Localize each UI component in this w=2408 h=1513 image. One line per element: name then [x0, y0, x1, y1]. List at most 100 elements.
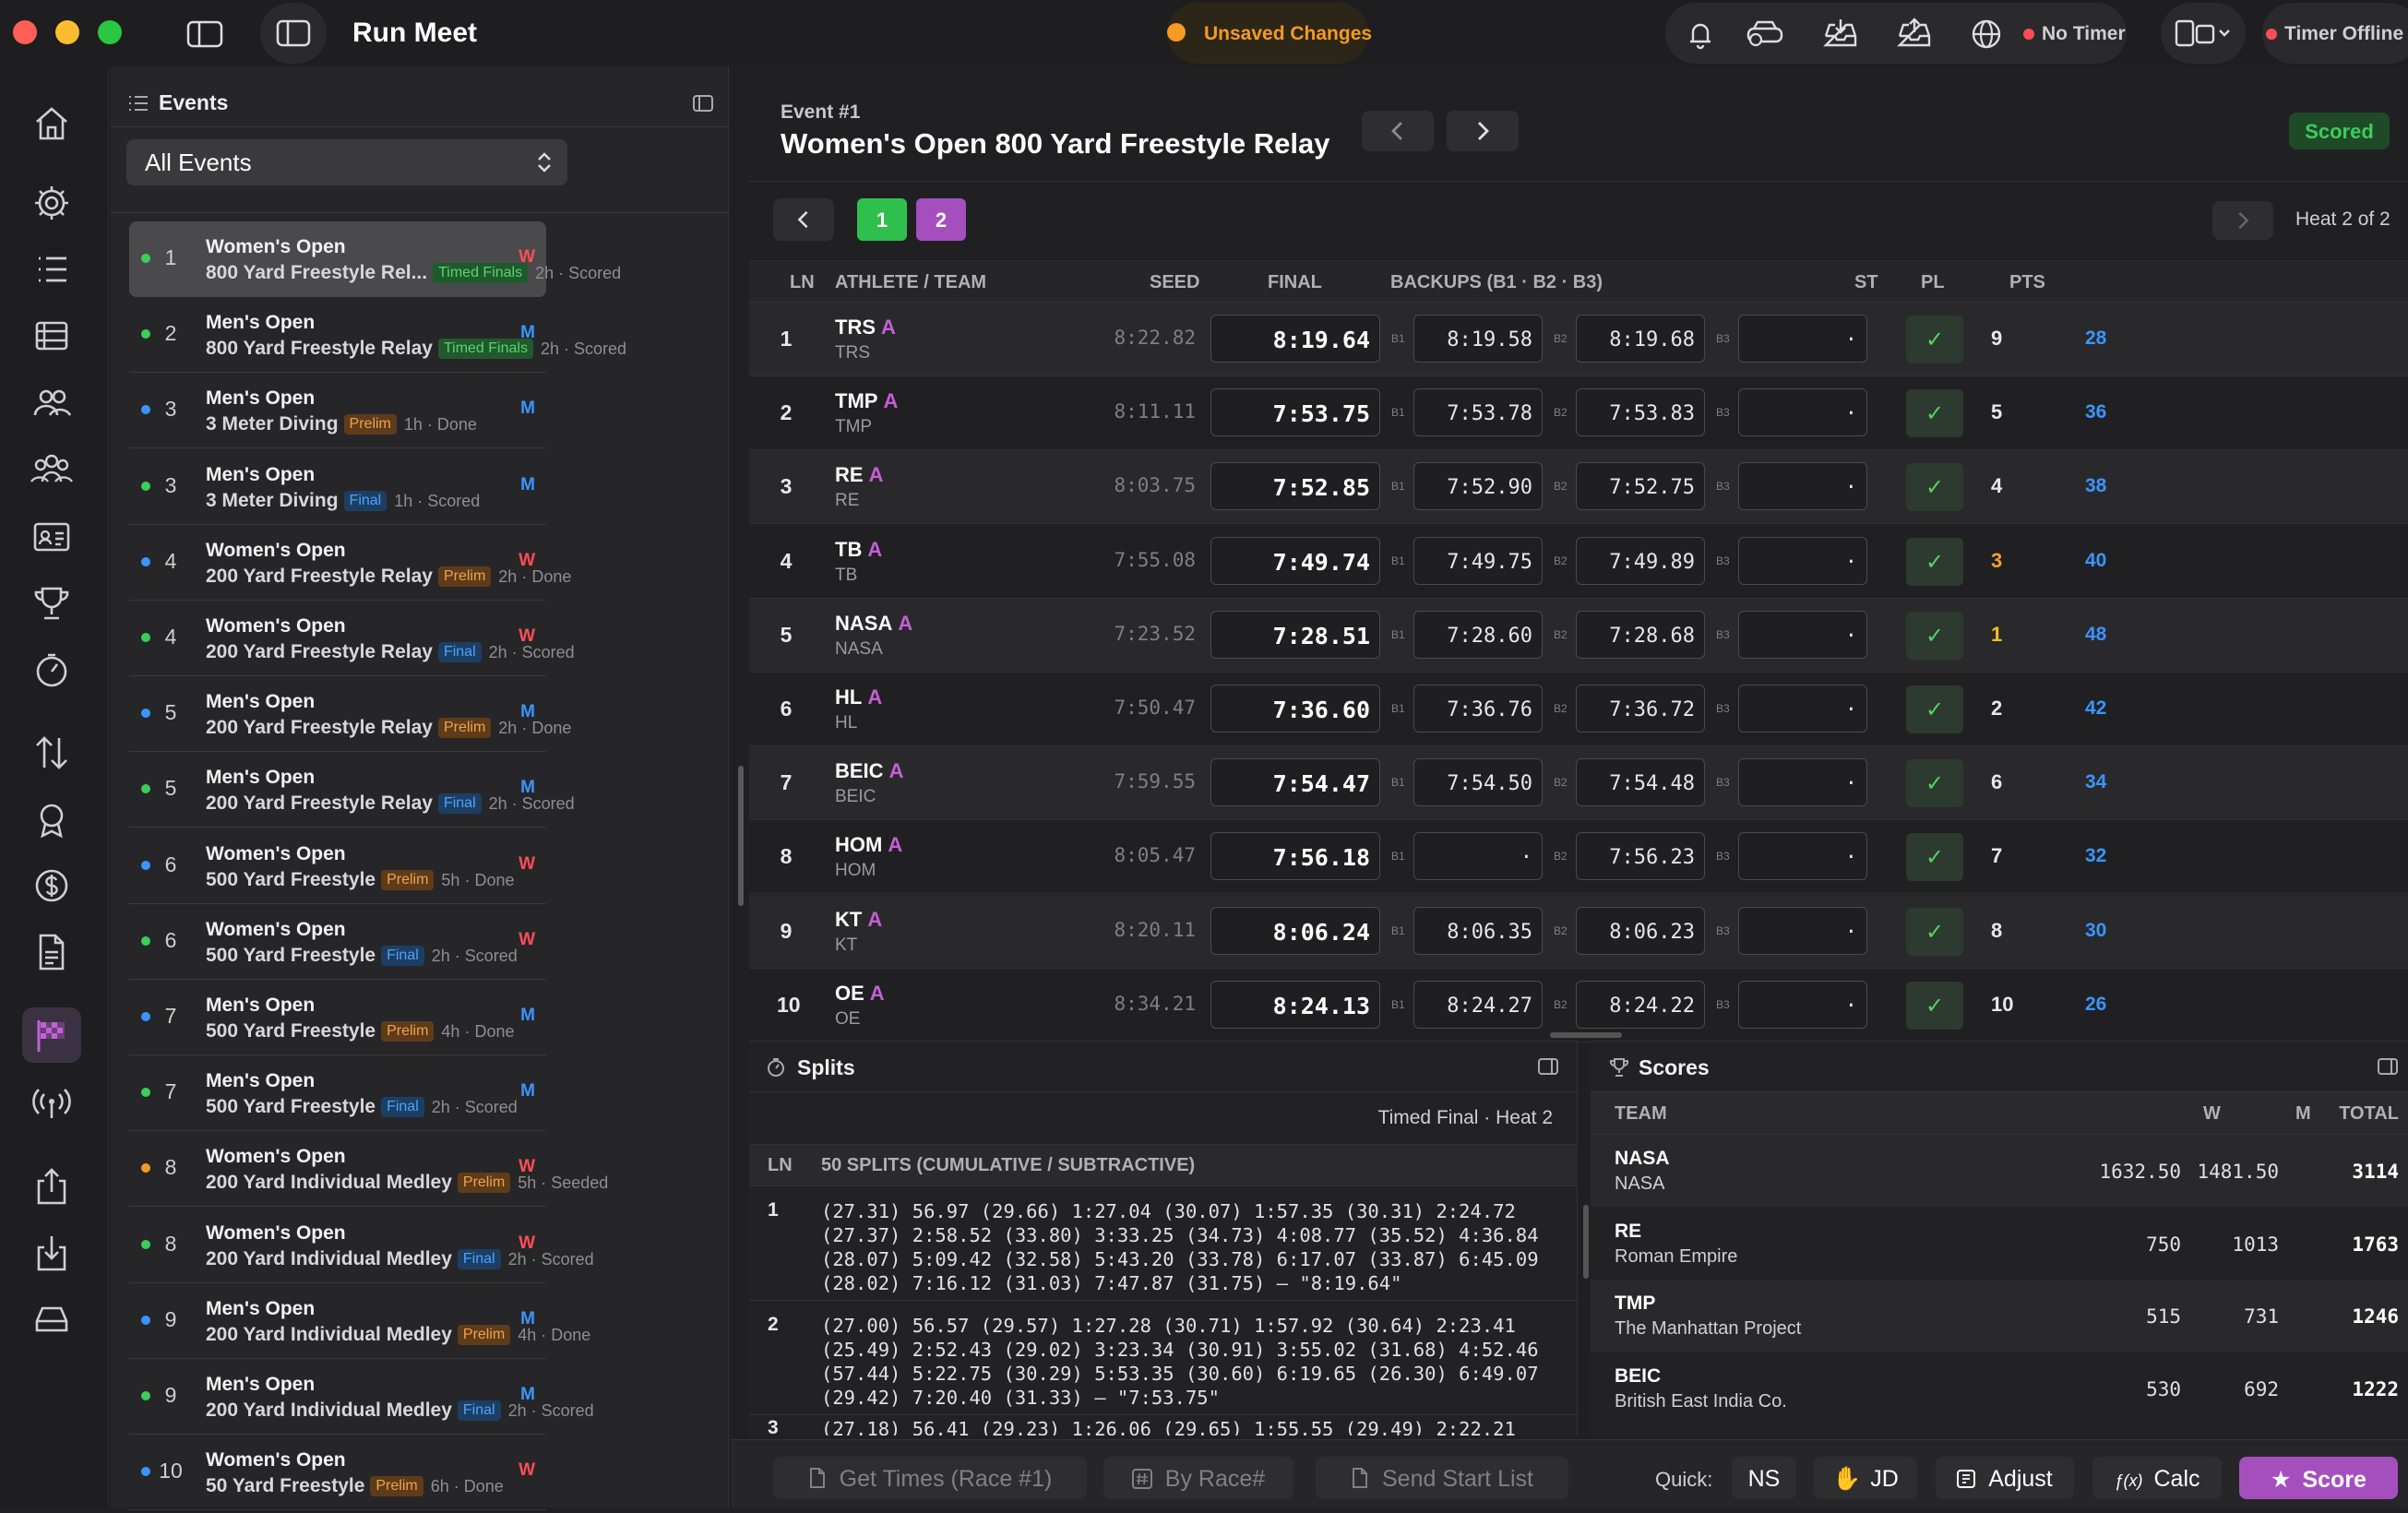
calc-button[interactable]: ƒ(x) Calc — [2092, 1457, 2222, 1499]
expand-panel-icon[interactable] — [2377, 1057, 2399, 1076]
teams-icon[interactable] — [30, 447, 74, 491]
final-time-input[interactable]: 8:19.64 — [1210, 315, 1380, 363]
id-card-icon[interactable] — [30, 515, 74, 559]
status-check[interactable]: ✓ — [1906, 907, 1963, 956]
backup3-input[interactable]: · — [1738, 906, 1867, 955]
panel-resize-handle[interactable] — [1550, 1032, 1622, 1038]
result-row[interactable]: 10 OE A OE 8:34.21 8:24.13 B1 8:24.27 B2 8:24.22 B… — [749, 969, 2408, 1042]
dollar-icon[interactable] — [30, 864, 74, 908]
drive-icon[interactable] — [30, 1297, 74, 1341]
result-row[interactable]: 2 TMP A TMP 8:11.11 7:53.75 B1 7:53.78 B2 7:53.83… — [749, 376, 2408, 451]
result-row[interactable]: 1 TRS A TRS 8:22.82 8:19.64 B1 8:19.58 B2 8:19.68… — [749, 303, 2408, 376]
prev-heat-button[interactable] — [773, 198, 834, 241]
backup2-input[interactable]: 7:56.23 — [1576, 832, 1705, 881]
result-row[interactable]: 4 TB A TB 7:55.08 7:49.74 B1 7:49.75 B2 7:49.89 B3… — [749, 525, 2408, 599]
event-list-item[interactable]: 5 Men's Open 200 Yard Freestyle Relay Preli… — [129, 676, 571, 753]
globe-icon[interactable] — [1970, 18, 2003, 51]
backup3-input[interactable]: · — [1738, 315, 1867, 363]
import-icon[interactable] — [1822, 16, 1859, 51]
backup2-input[interactable]: 7:49.89 — [1576, 536, 1705, 585]
backup2-input[interactable]: 7:52.75 — [1576, 462, 1705, 511]
backup1-input[interactable]: 7:36.76 — [1413, 685, 1543, 733]
trophy-icon[interactable] — [30, 581, 74, 625]
document-icon[interactable] — [30, 930, 74, 974]
sidebar-toggle-icon[interactable] — [185, 18, 225, 50]
event-list-item[interactable]: 9 Men's Open 200 Yard Individual Medley Pre… — [129, 1283, 590, 1359]
status-check[interactable]: ✓ — [1906, 463, 1963, 512]
prev-event-button[interactable] — [1362, 111, 1434, 151]
entries-icon[interactable] — [30, 314, 74, 358]
status-check[interactable]: ✓ — [1906, 833, 1963, 882]
status-check[interactable]: ✓ — [1906, 759, 1963, 808]
by-race-button[interactable]: By Race# — [1103, 1457, 1293, 1499]
timer-device-icon[interactable] — [1743, 18, 1787, 51]
run-meet-flag-icon[interactable] — [22, 1007, 81, 1063]
backup3-input[interactable]: · — [1738, 832, 1867, 881]
event-list-item[interactable]: 5 Men's Open 200 Yard Freestyle Relay Final… — [129, 752, 575, 828]
result-row[interactable]: 5 NASA A NASA 7:23.52 7:28.51 B1 7:28.60 B2 7:28.… — [749, 598, 2408, 673]
events-filter-select[interactable]: All Events — [126, 139, 567, 185]
final-time-input[interactable]: 7:56.18 — [1210, 832, 1380, 881]
backup1-input[interactable]: 7:54.50 — [1413, 758, 1543, 807]
timer-status-button[interactable]: Timer Offline — [2262, 3, 2408, 64]
status-check[interactable]: ✓ — [1906, 389, 1963, 438]
download-icon[interactable] — [30, 1231, 74, 1275]
backup2-input[interactable]: 7:54.48 — [1576, 758, 1705, 807]
event-list-item[interactable]: 7 Men's Open 500 Yard Freestyle Final 2h · S… — [129, 1055, 546, 1132]
event-list-item[interactable]: 7 Men's Open 500 Yard Freestyle Prelim 4h · … — [129, 980, 546, 1055]
share-icon[interactable] — [30, 1164, 74, 1209]
collapse-panel-icon[interactable] — [692, 94, 714, 113]
broadcast-icon[interactable] — [30, 1081, 74, 1126]
splits-scrollbar[interactable] — [1583, 1205, 1589, 1279]
status-check[interactable]: ✓ — [1906, 981, 1963, 1030]
send-start-list-button[interactable]: Send Start List — [1316, 1457, 1568, 1499]
bell-icon[interactable] — [1684, 18, 1717, 51]
backup2-input[interactable]: 8:06.23 — [1576, 906, 1705, 955]
score-row[interactable]: BEIC British East India Co. 530 692 1222 — [1591, 1352, 2408, 1424]
get-times-button[interactable]: Get Times (Race #1) — [773, 1457, 1087, 1499]
event-list-item[interactable]: 1 Women's Open 800 Yard Freestyle Rel... Ti… — [129, 221, 621, 297]
backup1-input[interactable]: 8:24.27 — [1413, 980, 1543, 1029]
score-row[interactable]: NASA NASA 1632.50 1481.50 3114 — [1591, 1135, 2408, 1207]
backup1-input[interactable]: 7:52.90 — [1413, 462, 1543, 511]
backup3-input[interactable]: · — [1738, 685, 1867, 733]
backup2-input[interactable]: 8:24.22 — [1576, 980, 1705, 1029]
backup2-input[interactable]: 7:36.72 — [1576, 685, 1705, 733]
score-button[interactable]: ★ Score — [2239, 1457, 2398, 1499]
final-time-input[interactable]: 7:36.60 — [1210, 685, 1380, 733]
next-heat-button[interactable] — [2212, 201, 2273, 240]
backup3-input[interactable]: · — [1738, 980, 1867, 1029]
final-time-input[interactable]: 7:28.51 — [1210, 610, 1380, 659]
events-scrollbar[interactable] — [738, 766, 744, 906]
export-icon[interactable] — [1896, 16, 1933, 51]
backup1-input[interactable]: 8:19.58 — [1413, 315, 1543, 363]
next-event-button[interactable] — [1447, 111, 1519, 151]
final-time-input[interactable]: 7:54.47 — [1210, 758, 1380, 807]
result-row[interactable]: 3 RE A RE 8:03.75 7:52.85 B1 7:52.90 B2 7:52.75 B3… — [749, 450, 2408, 525]
status-check[interactable]: ✓ — [1906, 537, 1963, 586]
backup2-input[interactable]: 7:53.83 — [1576, 388, 1705, 437]
event-list-item[interactable]: 3 Men's Open 3 Meter Diving Final 1h · Score… — [129, 449, 546, 525]
event-list-item[interactable]: 2 Men's Open 800 Yard Freestyle Relay Timed… — [129, 297, 626, 374]
heat-tab-1[interactable]: 1 — [857, 198, 907, 241]
minimize-window-button[interactable] — [55, 20, 79, 44]
home-icon[interactable] — [30, 101, 74, 146]
backup3-input[interactable]: · — [1738, 610, 1867, 659]
event-list-item[interactable]: 4 Women's Open 200 Yard Freestyle Relay Pre… — [129, 525, 571, 601]
final-time-input[interactable]: 7:53.75 — [1210, 388, 1380, 437]
backup3-input[interactable]: · — [1738, 462, 1867, 511]
final-time-input[interactable]: 8:24.13 — [1210, 980, 1380, 1029]
status-check[interactable]: ✓ — [1906, 611, 1963, 660]
event-list-item[interactable]: 10 Women's Open 50 Yard Freestyle Prelim 6h … — [129, 1435, 546, 1511]
adjust-button[interactable]: Adjust — [1936, 1457, 2074, 1499]
backup1-input[interactable]: 7:49.75 — [1413, 536, 1543, 585]
event-list-item[interactable]: 8 Women's Open 200 Yard Individual Medley F… — [129, 1208, 594, 1283]
zoom-window-button[interactable] — [98, 20, 122, 44]
backup2-input[interactable]: 7:28.68 — [1576, 610, 1705, 659]
list-icon[interactable] — [30, 247, 74, 292]
layout-menu-button[interactable] — [2161, 3, 2246, 64]
unsaved-changes-indicator[interactable]: Unsaved Changes — [1167, 3, 1372, 64]
heat-tab-2[interactable]: 2 — [916, 198, 966, 241]
transfer-icon[interactable] — [30, 731, 74, 775]
expand-panel-icon[interactable] — [1537, 1057, 1559, 1076]
